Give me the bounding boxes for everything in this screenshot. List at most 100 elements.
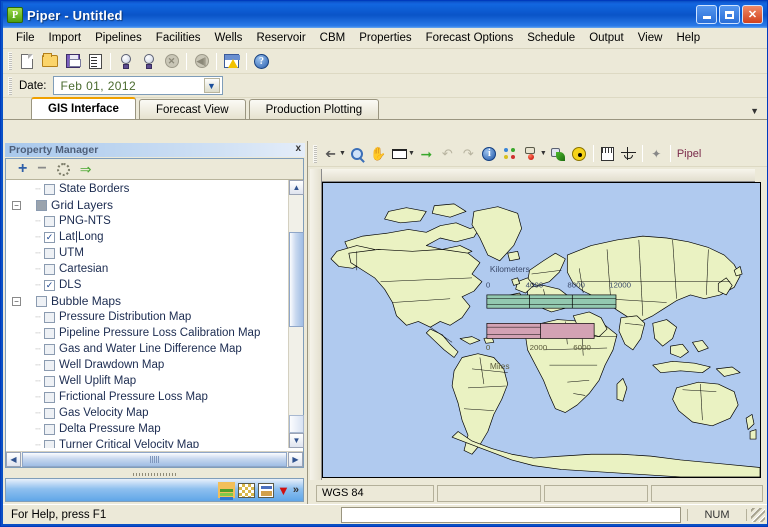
maximize-button[interactable] bbox=[719, 5, 740, 24]
grid-button[interactable] bbox=[238, 482, 255, 498]
layer-checkbox[interactable] bbox=[44, 183, 55, 195]
pan-button[interactable]: ✋ bbox=[368, 143, 389, 164]
menu-forecast-options[interactable]: Forecast Options bbox=[419, 30, 521, 46]
tab-gis-interface[interactable]: GIS Interface bbox=[31, 97, 136, 119]
horizontal-scroll-thumb[interactable] bbox=[22, 452, 287, 467]
rewind-button[interactable]: ◀| bbox=[190, 50, 213, 72]
layer-checkbox[interactable] bbox=[44, 343, 55, 355]
tree-item[interactable]: ┄ Gas and Water Line Difference Map bbox=[12, 341, 303, 357]
layer-checkbox[interactable] bbox=[36, 295, 47, 307]
tree-item[interactable]: ┄ Well Drawdown Map bbox=[12, 357, 303, 373]
menu-reservoir[interactable]: Reservoir bbox=[249, 30, 312, 46]
scroll-left-button[interactable]: ◀ bbox=[6, 452, 21, 467]
layer-checkbox[interactable] bbox=[44, 407, 55, 419]
measure-button[interactable] bbox=[389, 143, 410, 164]
tree-item[interactable]: ┄ Cartesian bbox=[12, 261, 303, 277]
close-icon[interactable]: x bbox=[295, 143, 301, 154]
layer-checkbox[interactable] bbox=[44, 439, 55, 448]
collapse-icon[interactable]: − bbox=[12, 200, 21, 210]
layer-style-button[interactable] bbox=[548, 143, 569, 164]
layer-checkbox[interactable] bbox=[44, 359, 55, 371]
tree-vertical-scrollbar[interactable]: ▲ ▼ bbox=[288, 180, 304, 448]
tree-item[interactable]: ┄ Pipeline Pressure Loss Calibration Map bbox=[12, 325, 303, 341]
gear-icon[interactable] bbox=[56, 162, 70, 176]
apply-arrow-icon[interactable]: ⇒ bbox=[80, 162, 92, 176]
open-button[interactable] bbox=[38, 50, 61, 72]
collapse-icon[interactable]: − bbox=[12, 296, 21, 306]
layer-checkbox[interactable] bbox=[44, 247, 55, 259]
scale-ruler-button[interactable] bbox=[597, 143, 618, 164]
menu-wells[interactable]: Wells bbox=[208, 30, 250, 46]
scroll-up-button[interactable]: ▲ bbox=[289, 180, 304, 195]
layer-checkbox[interactable] bbox=[44, 215, 55, 227]
hazard-button[interactable] bbox=[569, 143, 590, 164]
layer-checkbox[interactable]: ✓ bbox=[44, 279, 55, 291]
date-toolbar-grip[interactable] bbox=[8, 76, 12, 95]
vertical-scroll-thumb[interactable] bbox=[289, 232, 304, 327]
map-viewport[interactable]: Kilometers 0 4000 8000 12000 0 2000 6000… bbox=[322, 182, 761, 478]
menu-facilities[interactable]: Facilities bbox=[149, 30, 208, 46]
minimize-button[interactable] bbox=[696, 5, 717, 24]
tree-item[interactable]: ┄ Pressure Distribution Map bbox=[12, 309, 303, 325]
warnings-button[interactable] bbox=[220, 50, 243, 72]
select-button[interactable]: ➔ bbox=[320, 143, 341, 164]
save-button[interactable] bbox=[61, 50, 84, 72]
layers-button[interactable] bbox=[218, 482, 235, 498]
close-button[interactable]: ✕ bbox=[742, 5, 763, 24]
layer-checkbox[interactable] bbox=[44, 327, 55, 339]
layer-checkbox[interactable] bbox=[44, 423, 55, 435]
help-button[interactable]: ? bbox=[250, 50, 273, 72]
marker-button[interactable] bbox=[521, 143, 542, 164]
menu-schedule[interactable]: Schedule bbox=[520, 30, 582, 46]
remove-button[interactable]: − bbox=[37, 161, 46, 177]
menu-view[interactable]: View bbox=[631, 30, 670, 46]
panel-splitter[interactable] bbox=[5, 471, 304, 478]
tree-item[interactable]: ┄ UTM bbox=[12, 245, 303, 261]
zoom-button[interactable] bbox=[347, 143, 368, 164]
tree-item[interactable]: ┄ Well Uplift Map bbox=[12, 373, 303, 389]
tree-item[interactable]: ┄ Turner Critical Velocity Map bbox=[12, 437, 303, 448]
stop-button[interactable]: ✕ bbox=[160, 50, 183, 72]
redo-button[interactable]: ↷ bbox=[458, 143, 479, 164]
run-all-button[interactable] bbox=[137, 50, 160, 72]
more-button[interactable]: » bbox=[293, 484, 299, 496]
tab-production-plotting[interactable]: Production Plotting bbox=[248, 99, 380, 119]
tree-item[interactable]: ┄ Delta Pressure Map bbox=[12, 421, 303, 437]
toolbar-grip[interactable] bbox=[8, 52, 12, 70]
status-input[interactable] bbox=[341, 506, 681, 523]
menu-import[interactable]: Import bbox=[42, 30, 89, 46]
layer-checkbox[interactable] bbox=[36, 199, 47, 211]
tree-horizontal-scrollbar[interactable]: ◀ ▶ bbox=[6, 451, 303, 467]
menu-pipelines[interactable]: Pipelines bbox=[88, 30, 149, 46]
menu-help[interactable]: Help bbox=[669, 30, 707, 46]
measure-dropdown-chevron-icon[interactable]: ▼ bbox=[408, 150, 415, 157]
tree-item[interactable]: ┄ PNG-NTS bbox=[12, 213, 303, 229]
undo-button[interactable]: ↶ bbox=[437, 143, 458, 164]
tree-item[interactable]: ┄ State Borders bbox=[12, 181, 303, 197]
layer-tree[interactable]: ┄ State Borders − Grid Layers ┄ PNG-NTS ┄ ✓ Lat|… bbox=[6, 180, 303, 448]
scroll-right-button[interactable]: ▶ bbox=[288, 452, 303, 467]
run-button[interactable] bbox=[114, 50, 137, 72]
filter-button[interactable]: ▼ bbox=[277, 484, 290, 497]
add-button[interactable]: + bbox=[18, 161, 27, 177]
tab-forecast-view[interactable]: Forecast View bbox=[138, 99, 246, 119]
layer-checkbox[interactable] bbox=[44, 311, 55, 323]
layer-checkbox[interactable] bbox=[44, 391, 55, 403]
vertical-scroll-grip[interactable] bbox=[289, 415, 304, 433]
marker-dropdown-chevron-icon[interactable]: ▼ bbox=[540, 150, 547, 157]
tree-item[interactable]: ┄ Gas Velocity Map bbox=[12, 405, 303, 421]
balance-button[interactable] bbox=[618, 143, 639, 164]
tree-item[interactable]: ┄ ✓ Lat|Long bbox=[12, 229, 303, 245]
tree-item[interactable]: − Grid Layers bbox=[12, 197, 303, 213]
symbology-button[interactable] bbox=[500, 143, 521, 164]
next-button[interactable]: ➞ bbox=[416, 143, 437, 164]
menu-output[interactable]: Output bbox=[582, 30, 631, 46]
layer-checkbox[interactable] bbox=[44, 375, 55, 387]
identify-button[interactable]: i bbox=[479, 143, 500, 164]
legend-button[interactable] bbox=[258, 482, 274, 498]
date-combobox[interactable]: Feb 01, 2012 ▼ bbox=[52, 76, 223, 95]
tree-item[interactable]: ┄ Frictional Pressure Loss Map bbox=[12, 389, 303, 405]
menu-file[interactable]: File bbox=[9, 30, 42, 46]
tree-item[interactable]: − Bubble Maps bbox=[12, 293, 303, 309]
menu-properties[interactable]: Properties bbox=[352, 30, 418, 46]
